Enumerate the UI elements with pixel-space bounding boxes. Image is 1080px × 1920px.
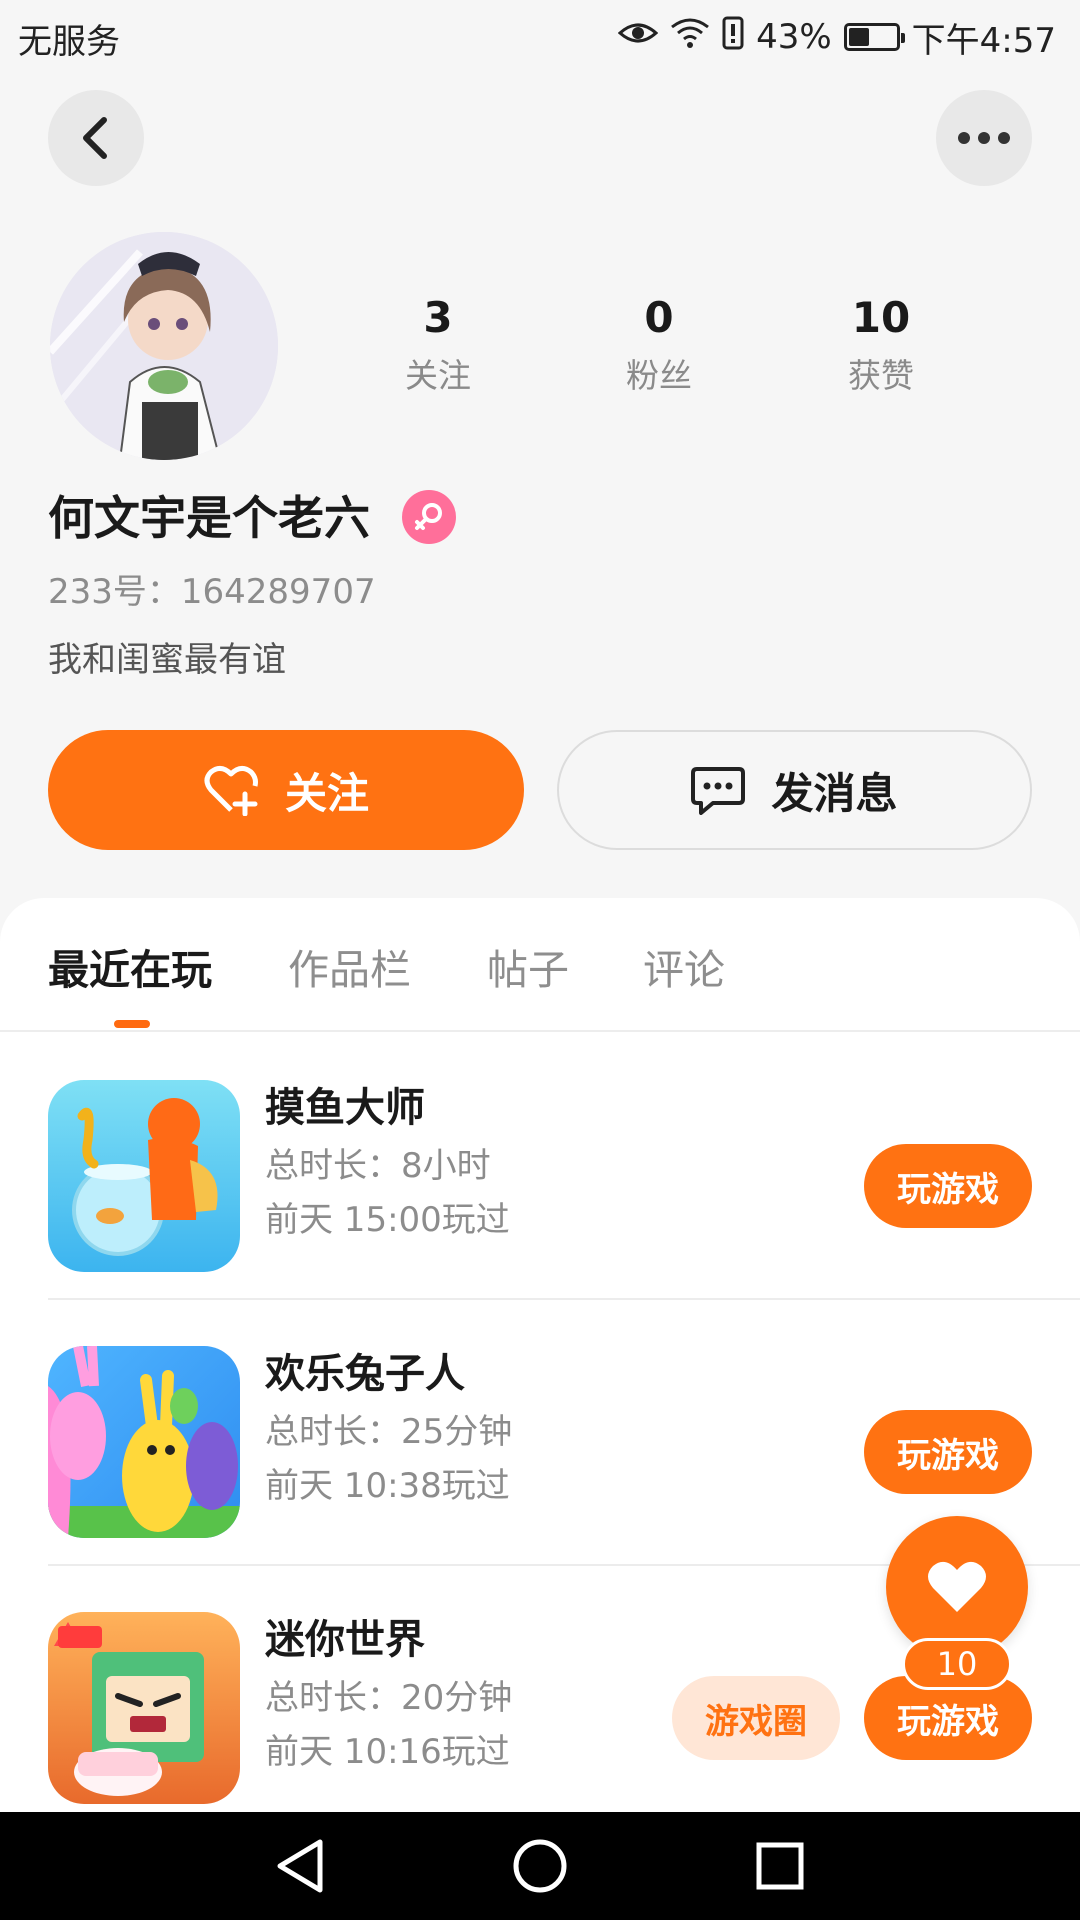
game-total-time: 总时长：8小时 [265,1146,491,1186]
tab-bar: 最近在玩 作品栏 帖子 评论 [0,898,1080,1032]
status-icons: 43% 下午4:57 [617,12,1056,62]
chevron-left-icon [83,117,107,159]
user-bio: 我和闺蜜最有谊 [48,640,286,680]
tab-comments[interactable]: 评论 [643,942,725,998]
battery-percent: 43% [756,17,832,57]
game-last-played: 前天 10:16玩过 [265,1732,510,1772]
game-icon-happy-bunny [48,1346,240,1538]
system-nav-bar [0,1812,1080,1920]
follow-button[interactable]: 关注 [48,730,524,850]
square-recents-icon [756,1842,804,1890]
nav-home-button[interactable] [508,1834,572,1898]
status-bar: 无服务 43% 下午4:57 [0,0,1080,74]
game-circle-button[interactable]: 游戏圈 [672,1676,840,1760]
follow-label: 关注 [284,768,369,818]
game-icon-fish-master [48,1080,240,1272]
like-count-badge: 10 [902,1638,1012,1690]
play-game-button[interactable]: 玩游戏 [864,1144,1032,1228]
stat-likes-label: 获赞 [848,356,914,395]
battery-level [848,28,869,46]
like-fab[interactable] [886,1516,1028,1658]
play-game-button[interactable]: 玩游戏 [864,1410,1032,1494]
stat-likes-count: 10 [851,293,911,342]
message-label: 发消息 [771,768,898,818]
game-name: 迷你世界 [265,1617,425,1663]
nav-recents-button[interactable] [748,1834,812,1898]
game-icon-mini-world [48,1612,240,1804]
more-icon [958,132,1010,144]
stat-followers-label: 粉丝 [626,356,692,395]
game-name: 欢乐兔子人 [265,1351,465,1397]
game-total-time: 总时长：20分钟 [265,1678,513,1718]
game-name: 摸鱼大师 [265,1085,425,1131]
circle-home-icon [513,1839,567,1893]
female-icon [402,490,456,544]
username: 何文宇是个老六 [48,491,370,545]
heart-plus-icon [204,766,258,816]
stat-likes[interactable]: 10 获赞 [791,290,971,402]
wifi-icon [670,17,710,58]
stat-following[interactable]: 3 关注 [348,290,528,402]
back-button[interactable] [48,90,144,186]
more-button[interactable] [936,90,1032,186]
eye-icon [617,17,659,58]
game-total-time: 总时长：25分钟 [265,1412,513,1452]
tab-works[interactable]: 作品栏 [288,942,411,998]
triangle-back-icon [277,1839,323,1893]
battery-icon [843,23,905,51]
list-item[interactable]: 欢乐兔子人 总时长：25分钟 前天 10:38玩过 玩游戏 [0,1298,1080,1564]
clock: 下午4:57 [911,20,1056,61]
game-last-played: 前天 10:38玩过 [265,1466,510,1506]
game-last-played: 前天 15:00玩过 [265,1200,510,1240]
message-button[interactable]: 发消息 [557,730,1032,850]
stat-followers[interactable]: 0 粉丝 [569,290,749,402]
user-id: 233号：164289707 [48,572,376,612]
alert-icon [722,16,744,59]
stat-following-label: 关注 [405,356,471,395]
chat-bubble-icon [691,767,746,815]
avatar[interactable] [50,232,278,460]
tab-posts[interactable]: 帖子 [487,942,569,998]
stat-followers-count: 0 [644,293,674,342]
tab-indicator [114,1020,150,1028]
nav-back-button[interactable] [268,1834,332,1898]
carrier-text: 无服务 [18,22,120,62]
heart-icon [928,1561,986,1612]
stat-following-count: 3 [423,293,453,342]
list-item[interactable]: 摸鱼大师 总时长：8小时 前天 15:00玩过 玩游戏 [0,1032,1080,1298]
tab-recent[interactable]: 最近在玩 [48,942,212,998]
